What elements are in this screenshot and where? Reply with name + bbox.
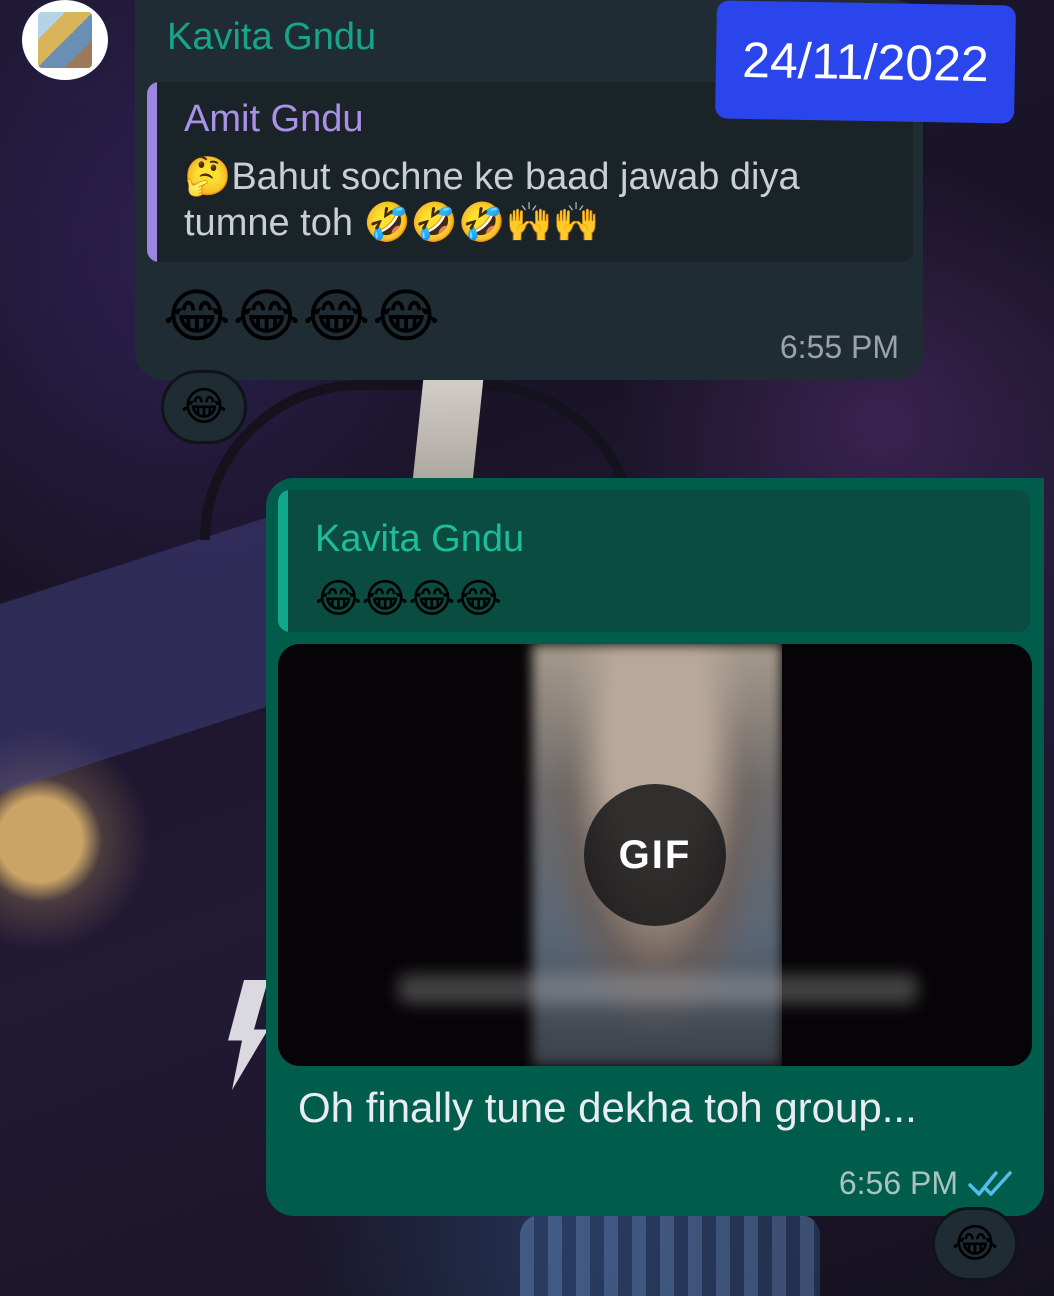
wallpaper-shape [520,1215,820,1296]
wallpaper-shape [412,380,484,480]
quote-bar [278,490,288,632]
sender-avatar[interactable] [22,0,108,80]
quote-author: Kavita Gndu [315,518,525,560]
message-text: Oh finally tune dekha toh group... [298,1084,917,1131]
quote-text: 🤔Bahut sochne ke baad jawab diya tumne t… [184,156,800,244]
gif-thumbnail[interactable]: GIF [278,644,1032,1066]
message-reaction[interactable]: 😂 [932,1207,1018,1281]
message-time: 6:56 PM [838,1165,958,1201]
message-reaction[interactable]: 😂 [161,370,247,444]
quote-author: Amit Gndu [184,98,364,140]
sender-name[interactable]: Kavita Gndu [167,16,376,59]
outgoing-message-bubble[interactable]: Kavita Gndu 😂😂😂😂 GIF Oh finally tune dek… [266,478,1044,1216]
gif-play-button[interactable]: GIF [584,784,726,926]
quote-bar [147,82,157,262]
double-check-icon [968,1169,1016,1199]
quoted-message[interactable]: Kavita Gndu 😂😂😂😂 [278,490,1030,632]
chat-screen: Kavita Gndu Amit Gndu 🤔Bahut sochne ke b… [0,0,1054,1296]
gif-caption-blurred [398,974,918,1004]
quote-text: 😂😂😂😂 [315,577,502,621]
message-text: 😂😂😂😂 [163,284,443,349]
avatar-image [38,12,92,68]
message-time: 6:55 PM [779,329,899,365]
message-meta: 6:56 PM [839,1165,1016,1202]
date-badge: 24/11/2022 [714,0,1017,124]
wallpaper-shape [228,980,268,1090]
